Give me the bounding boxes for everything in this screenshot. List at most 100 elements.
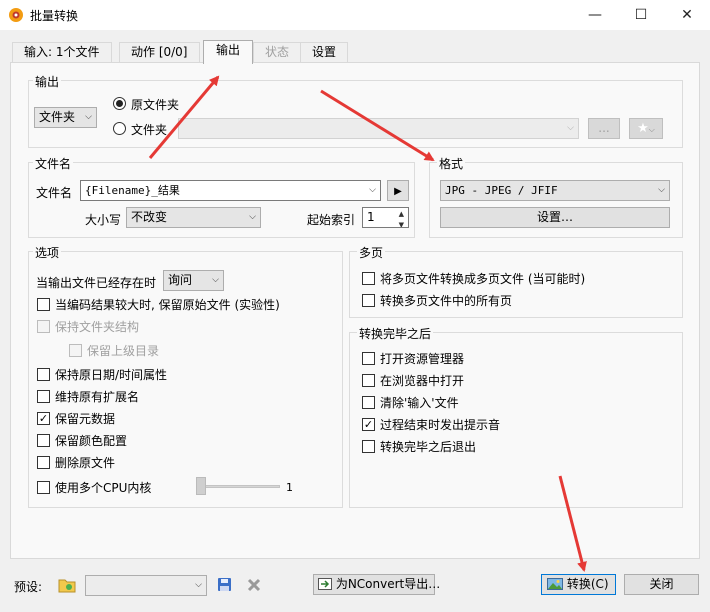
format-value: JPG - JPEG / JFIF [445,184,558,197]
multipage-group-title: 多页 [357,244,386,261]
cpu-slider-thumb[interactable] [196,477,206,495]
tab-status[interactable]: 状态 [253,42,302,62]
delete-original-label: 删除原文件 [55,456,116,470]
options-group-title: 选项 [33,244,62,261]
keep-color-profile-checkbox[interactable] [37,434,50,447]
keep-folder-structure-checkbox[interactable] [37,320,50,333]
keep-metadata-label: 保留元数据 [55,412,116,426]
chevron-down-icon: ⌵ [658,185,665,195]
convert-button[interactable]: 转换(C) [541,574,616,595]
image-convert-icon [547,578,563,590]
close-window-button[interactable]: ✕ [664,0,710,30]
maximize-icon: ☐ [634,7,648,23]
browse-folder-button[interactable]: ... [588,118,620,139]
multipage-to-multipage-label: 将多页文件转换成多页文件 (当可能时) [380,272,586,286]
star-icon: ★ [637,121,649,136]
beep-on-finish-checkbox[interactable]: ✓ [362,418,375,431]
multi-cpu-label: 使用多个CPU内核 [55,481,152,495]
clear-input-label: 清除'输入'文件 [380,396,459,410]
chevron-down-icon: ⌵ [212,275,219,285]
maximize-button[interactable]: ☐ [618,0,664,30]
close-icon: ✕ [681,7,693,23]
window-title: 批量转换 [30,9,79,23]
filename-group-title: 文件名 [33,155,74,172]
radio-folder[interactable] [113,122,126,135]
open-in-browser-label: 在浏览器中打开 [380,374,465,388]
open-explorer-checkbox[interactable] [362,352,375,365]
app-logo-icon [9,8,23,22]
filename-pattern-input[interactable]: {Filename}_结果 ⌵ [80,180,381,201]
spin-down-icon[interactable]: ▼ [399,216,404,227]
minimize-button[interactable]: — [572,0,618,30]
minimize-icon: — [588,7,602,23]
radio-original-folder[interactable] [113,97,126,110]
multipage-to-multipage-checkbox[interactable] [362,272,375,285]
output-folder-path-combo[interactable]: ⌵ [178,118,579,139]
keep-date-checkbox[interactable] [37,368,50,381]
exists-action-combo[interactable]: 询问 ⌵ [163,270,224,291]
chevron-down-icon: ⌵ [85,112,92,122]
keep-original-if-larger-checkbox[interactable] [37,298,50,311]
convert-label: 转换(C) [566,577,609,591]
play-icon: ▶ [394,186,402,197]
keep-extension-checkbox[interactable] [37,390,50,403]
keep-original-if-larger-label: 当编码结果较大时, 保留原始文件 (实验性) [55,298,280,312]
start-index-value: 1 [367,210,375,224]
format-combo[interactable]: JPG - JPEG / JFIF ⌵ [440,180,670,201]
close-button[interactable]: 关闭 [624,574,699,595]
export-nconvert-button[interactable]: 为NConvert导出… [313,574,440,595]
keep-folder-structure-label: 保持文件夹结构 [55,320,140,334]
case-combo[interactable]: 不改变 ⌵ [126,207,261,228]
open-explorer-label: 打开资源管理器 [380,352,465,366]
chevron-down-icon: ⌵ [195,580,202,590]
insert-variable-button[interactable]: ▶ [387,180,409,201]
exists-action-value: 询问 [168,273,193,287]
output-group-title: 输出 [33,73,62,90]
keep-parent-folder-checkbox[interactable] [69,344,82,357]
tab-input[interactable]: 输入: 1个文件 [12,42,112,62]
checkmark-icon: ✓ [363,418,374,431]
radio-original-folder-label: 原文件夹 [131,98,180,112]
keep-parent-folder-label: 保留上级目录 [87,344,160,358]
start-index-spinner[interactable]: 1 ▲ ▼ [362,207,409,228]
convert-all-pages-checkbox[interactable] [362,294,375,307]
open-folder-icon[interactable] [58,577,76,593]
export-icon [318,578,332,590]
delete-preset-icon[interactable] [247,578,261,592]
exit-after-convert-checkbox[interactable] [362,440,375,453]
format-settings-button[interactable]: 设置… [440,207,670,228]
save-preset-icon[interactable] [217,577,232,592]
case-label: 大小写 [85,213,122,227]
exists-label: 当输出文件已经存在时 [36,276,157,290]
clear-input-checkbox[interactable] [362,396,375,409]
chevron-down-icon: ⌵ [369,185,376,195]
cpu-slider-track[interactable] [200,485,280,488]
filename-label: 文件名 [36,186,73,200]
preset-combo[interactable]: ⌵ [85,575,207,596]
chevron-down-icon: ⌵ [249,212,256,222]
format-group-title: 格式 [437,155,466,172]
cpu-slider-value: 1 [286,481,293,494]
output-destination-value: 文件夹 [39,110,76,124]
export-nconvert-label: 为NConvert导出… [335,577,441,591]
favorites-button[interactable]: ★⌵ [629,118,663,139]
tab-output[interactable]: 输出 [203,40,253,64]
start-index-label: 起始索引 [307,213,356,227]
filename-pattern-value: {Filename}_结果 [85,184,180,197]
keep-color-profile-label: 保留颜色配置 [55,434,128,448]
output-destination-combo[interactable]: 文件夹 ⌵ [34,107,97,128]
chevron-down-icon: ⌵ [567,123,574,133]
keep-metadata-checkbox[interactable]: ✓ [37,412,50,425]
open-in-browser-checkbox[interactable] [362,374,375,387]
chevron-down-icon: ⌵ [648,125,655,134]
delete-original-checkbox[interactable] [37,456,50,469]
after-conversion-group-title: 转换完毕之后 [357,325,434,342]
convert-all-pages-label: 转换多页文件中的所有页 [380,294,513,308]
preset-label: 预设: [14,580,43,594]
tab-settings[interactable]: 设置 [300,42,349,62]
tab-actions[interactable]: 动作 [0/0] [119,42,200,62]
title-bar: 批量转换 — ☐ ✕ [0,0,710,30]
multi-cpu-checkbox[interactable] [37,481,50,494]
exit-after-convert-label: 转换完毕之后退出 [380,440,477,454]
radio-folder-label: 文件夹 [131,123,168,137]
